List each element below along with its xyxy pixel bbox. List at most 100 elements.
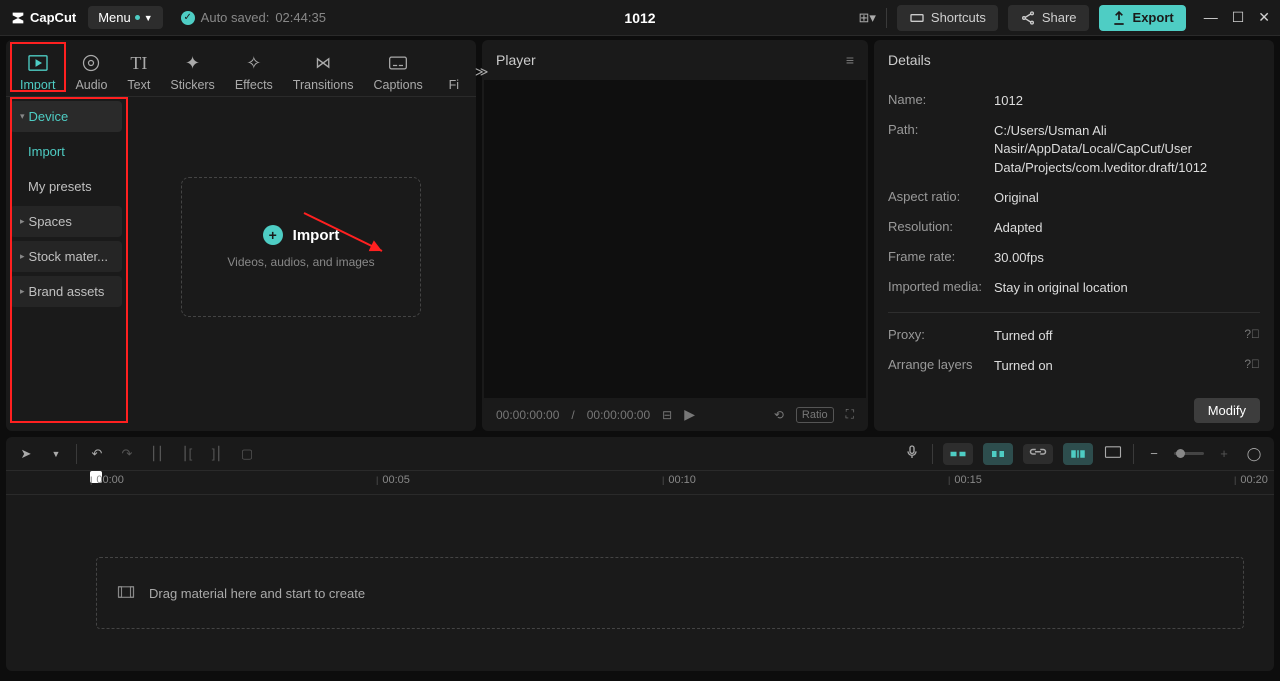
zoom-fit-icon[interactable]: ◯ [1244, 446, 1264, 462]
aspect-label: Aspect ratio: [888, 189, 994, 207]
close-icon[interactable]: ✕ [1258, 9, 1270, 26]
fullscreen-icon[interactable]: ⛶ [846, 407, 854, 422]
ruler-tick: 00:05 [376, 474, 410, 486]
zoom-in-icon[interactable]: + [1214, 446, 1234, 461]
ratio-button[interactable]: Ratio [796, 407, 834, 423]
player-viewport [484, 80, 866, 398]
path-label: Path: [888, 122, 994, 177]
redo-button[interactable]: ↷ [117, 446, 137, 462]
layers-label: Arrange layers [888, 357, 994, 375]
sidebar-item-import[interactable]: Import [10, 136, 122, 167]
path-value: C:/Users/Usman Ali Nasir/AppData/Local/C… [994, 122, 1260, 177]
name-label: Name: [888, 92, 994, 110]
tab-text[interactable]: TI Text [117, 48, 160, 96]
sidebar-item-presets[interactable]: My presets [10, 171, 122, 202]
divider [1133, 444, 1134, 464]
timeline-dropzone[interactable]: Drag material here and start to create [96, 557, 1244, 629]
share-icon [1020, 10, 1036, 26]
details-title: Details [888, 52, 931, 68]
aspect-value: Original [994, 189, 1260, 207]
import-area: + Import Videos, audios, and images [126, 97, 476, 417]
preview-axis[interactable] [1063, 443, 1093, 465]
import-tab-icon [27, 52, 49, 74]
details-panel: Details Name:1012 Path:C:/Users/Usman Al… [874, 40, 1274, 431]
import-subtitle: Videos, audios, and images [227, 255, 374, 269]
sidebar-item-device[interactable]: ▾Device [10, 101, 122, 132]
delete-button[interactable]: ▢ [237, 446, 257, 462]
undo-button[interactable]: ↶ [87, 446, 107, 462]
keyboard-icon [909, 10, 925, 26]
app-logo: CapCut [10, 10, 76, 26]
help-icon[interactable]: ?⃝ [1244, 327, 1260, 345]
sidebar-item-spaces[interactable]: ▸Spaces [10, 206, 122, 237]
split-button[interactable]: ⎮⎮ [147, 446, 167, 462]
timeline-toolbar: ➤ ▼ ↶ ↷ ⎮⎮ ⎮[ ]⎮ ▢ − + ◯ [6, 437, 1274, 471]
media-value: Stay in original location [994, 279, 1260, 297]
menu-dot-icon [135, 15, 140, 20]
tab-transitions[interactable]: ⋈ Transitions [283, 48, 364, 96]
tab-import[interactable]: Import [10, 48, 65, 96]
stickers-icon: ✦ [182, 52, 204, 74]
tab-stickers[interactable]: ✦ Stickers [160, 48, 224, 96]
zoom-out-icon[interactable]: − [1144, 446, 1164, 461]
play-button[interactable]: ▶ [684, 406, 695, 423]
scale-icon[interactable]: ⟲ [774, 408, 784, 422]
divider [888, 312, 1260, 313]
player-header: Player ≡ [482, 40, 868, 80]
proxy-value: Turned off [994, 327, 1244, 345]
time-total: 00:00:00:00 [587, 408, 650, 422]
layers-value: Turned on [994, 357, 1244, 375]
menu-button[interactable]: Menu ▼ [88, 6, 162, 29]
name-value: 1012 [994, 92, 1260, 110]
framerate-label: Frame rate: [888, 249, 994, 267]
split-right-button[interactable]: ]⎮ [207, 446, 227, 462]
sidebar-item-stock[interactable]: ▸Stock mater... [10, 241, 122, 272]
pointer-tool[interactable]: ➤ [16, 446, 36, 462]
linkage-icon[interactable] [1023, 444, 1053, 464]
sidebar-item-brand[interactable]: ▸Brand assets [10, 276, 122, 307]
compare-icon[interactable]: ⊟ [662, 408, 672, 422]
media-panel: Import Audio TI Text ✦ Stickers ✧ Effect… [6, 40, 476, 431]
minimize-icon[interactable]: — [1204, 9, 1218, 26]
player-panel: Player ≡ 00:00:00:00 / 00:00:00:00 ⊟ ▶ ⟲… [482, 40, 868, 431]
divider [932, 444, 933, 464]
caret-right-icon: ▸ [20, 251, 25, 262]
details-header: Details [874, 40, 1274, 80]
import-label: Import [293, 227, 340, 244]
layout-icon[interactable]: ⊞▾ [858, 10, 875, 26]
app-name: CapCut [30, 10, 76, 25]
media-tabs: Import Audio TI Text ✦ Stickers ✧ Effect… [6, 40, 476, 97]
filters-icon [443, 52, 465, 74]
share-button[interactable]: Share [1008, 5, 1089, 31]
tabs-more-button[interactable]: ≫ [467, 64, 497, 80]
modify-button[interactable]: Modify [1194, 398, 1260, 423]
export-icon [1111, 10, 1127, 26]
auto-snap[interactable] [983, 443, 1013, 465]
help-icon[interactable]: ?⃝ [1244, 357, 1260, 375]
timeline-panel: ➤ ▼ ↶ ↷ ⎮⎮ ⎮[ ]⎮ ▢ − + ◯ 00:00 00:05 00:… [6, 437, 1274, 671]
pointer-dropdown[interactable]: ▼ [46, 449, 66, 459]
tab-effects[interactable]: ✧ Effects [225, 48, 283, 96]
time-separator: / [571, 408, 574, 422]
tab-audio[interactable]: Audio [65, 48, 117, 96]
capcut-icon [10, 10, 26, 26]
main-track-magnet[interactable] [943, 443, 973, 465]
zoom-slider[interactable] [1174, 452, 1204, 455]
proxy-label: Proxy: [888, 327, 994, 345]
cover-icon[interactable] [1103, 445, 1123, 462]
tab-filters[interactable]: Fi [433, 48, 467, 96]
export-button[interactable]: Export [1099, 5, 1186, 31]
timeline-ruler[interactable]: 00:00 00:05 00:10 00:15 00:20 [6, 471, 1274, 495]
maximize-icon[interactable]: ☐ [1232, 9, 1245, 26]
shortcuts-button[interactable]: Shortcuts [897, 5, 998, 31]
ruler-tick: 00:15 [948, 474, 982, 486]
mic-icon[interactable] [902, 444, 922, 463]
split-left-button[interactable]: ⎮[ [177, 446, 197, 462]
media-label: Imported media: [888, 279, 994, 297]
player-menu-icon[interactable]: ≡ [846, 52, 854, 68]
resolution-value: Adapted [994, 219, 1260, 237]
import-dropzone[interactable]: + Import Videos, audios, and images [181, 177, 421, 317]
tab-captions[interactable]: Captions [363, 48, 432, 96]
ruler-tick: 00:00 [90, 474, 124, 486]
timeline-tracks[interactable]: Drag material here and start to create [6, 495, 1274, 671]
